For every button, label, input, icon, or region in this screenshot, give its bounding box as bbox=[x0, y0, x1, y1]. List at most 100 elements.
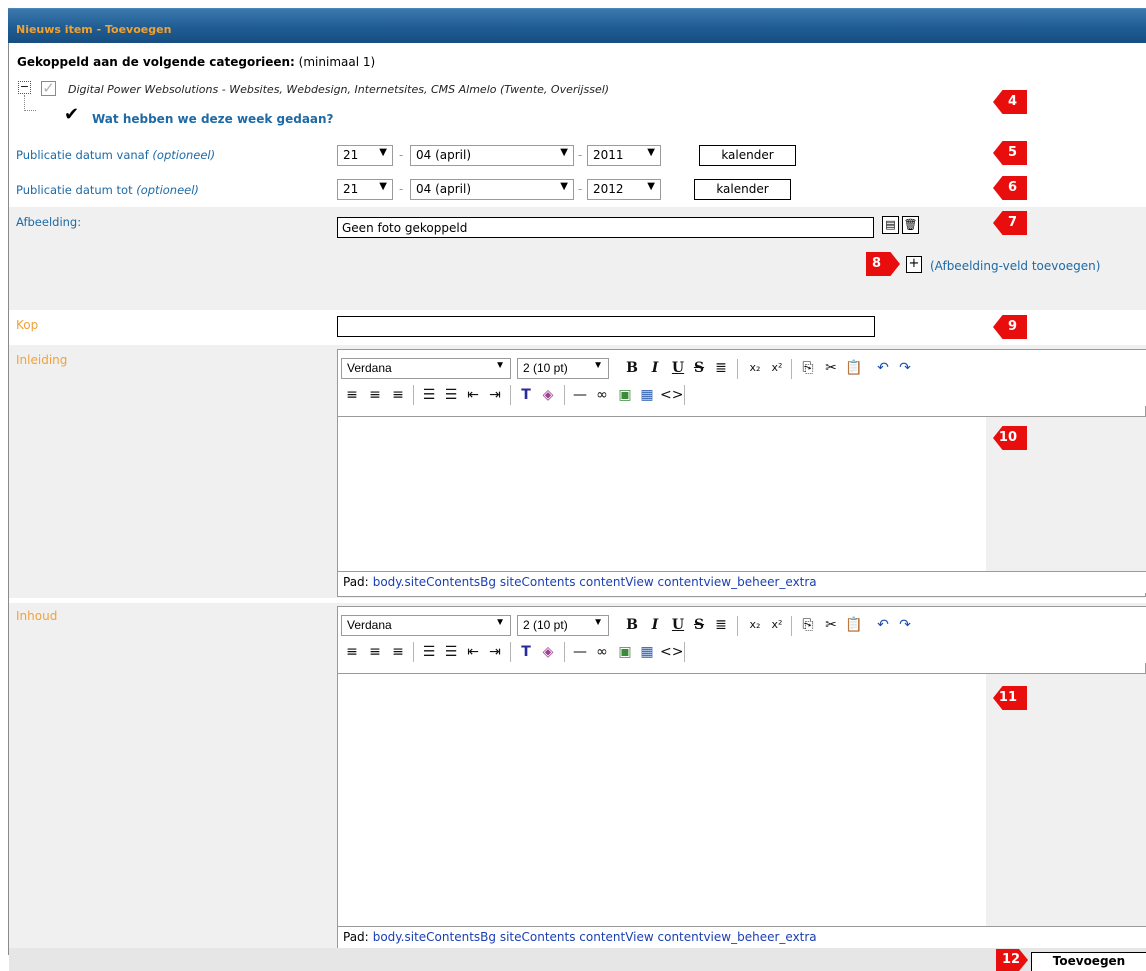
strikethrough-icon[interactable]: S bbox=[690, 616, 708, 634]
toolbar-separator bbox=[684, 385, 685, 405]
pub-to-year-select[interactable]: 2012 ▼ bbox=[587, 179, 661, 200]
size-select[interactable]: 2 (10 pt) ▼ bbox=[517, 615, 609, 636]
image-icon[interactable]: ▣ bbox=[616, 386, 634, 404]
redo-icon[interactable]: ↷ bbox=[896, 359, 914, 377]
toolbar-separator bbox=[510, 385, 511, 405]
bold-icon[interactable]: B bbox=[623, 359, 641, 377]
pub-from-calendar-button[interactable]: kalender bbox=[699, 145, 796, 166]
subscript-icon[interactable]: x₂ bbox=[746, 616, 764, 634]
align-left-icon[interactable]: ≡ bbox=[343, 643, 361, 661]
image-icon[interactable]: ▣ bbox=[616, 643, 634, 661]
justify-icon[interactable]: ≣ bbox=[712, 359, 730, 377]
copy-icon[interactable]: ⎘ bbox=[799, 359, 817, 377]
source-code-icon[interactable]: <> bbox=[660, 643, 683, 661]
copy-icon[interactable]: ⎘ bbox=[799, 616, 817, 634]
pub-to-month-select[interactable]: 04 (april) ▼ bbox=[410, 179, 574, 200]
text-color-icon[interactable]: T bbox=[517, 386, 535, 404]
toolbar-separator bbox=[510, 642, 511, 662]
chevron-down-icon: ▼ bbox=[379, 147, 387, 158]
unordered-list-icon[interactable]: ☰ bbox=[442, 643, 460, 661]
link-icon[interactable]: ∞ bbox=[593, 643, 611, 661]
indent-icon[interactable]: ⇥ bbox=[486, 643, 504, 661]
undo-icon[interactable]: ↶ bbox=[874, 359, 892, 377]
image-label: Afbeelding: bbox=[16, 215, 82, 229]
justify-icon[interactable]: ≣ bbox=[712, 616, 730, 634]
align-left-icon[interactable]: ≡ bbox=[343, 386, 361, 404]
root-category-checkbox[interactable]: ✓ bbox=[41, 81, 56, 96]
paste-icon[interactable]: 📋 bbox=[845, 616, 863, 634]
inhoud-text-area[interactable] bbox=[338, 673, 986, 926]
paste-icon[interactable]: 📋 bbox=[845, 359, 863, 377]
unordered-list-icon[interactable]: ☰ bbox=[442, 386, 460, 404]
italic-icon[interactable]: I bbox=[646, 616, 664, 634]
inhoud-toolbar: Verdana ▼ 2 (10 pt) ▼ B I U S ≣ x₂ x² ⎘ ✂ … bbox=[338, 607, 1146, 663]
background-color-icon[interactable]: ◈ bbox=[539, 386, 557, 404]
kop-input[interactable] bbox=[337, 316, 875, 337]
table-icon[interactable]: ▦ bbox=[638, 643, 656, 661]
outdent-icon[interactable]: ⇤ bbox=[464, 386, 482, 404]
outdent-icon[interactable]: ⇤ bbox=[464, 643, 482, 661]
link-icon[interactable]: ∞ bbox=[593, 386, 611, 404]
pub-from-year-select[interactable]: 2011 ▼ bbox=[587, 145, 661, 166]
tree-collapse-icon[interactable]: − bbox=[18, 81, 31, 94]
subscript-icon[interactable]: x₂ bbox=[746, 359, 764, 377]
add-image-field-button[interactable]: + bbox=[906, 256, 922, 273]
toolbar-separator bbox=[737, 359, 738, 379]
table-icon[interactable]: ▦ bbox=[638, 386, 656, 404]
font-select[interactable]: Verdana ▼ bbox=[341, 358, 511, 379]
cut-icon[interactable]: ✂ bbox=[822, 359, 840, 377]
pub-from-day-value: 21 bbox=[343, 148, 359, 162]
chevron-down-icon: ▼ bbox=[647, 147, 655, 158]
pub-to-label-text: Publicatie datum tot bbox=[16, 183, 133, 197]
underline-icon[interactable]: U bbox=[669, 616, 687, 634]
source-code-icon[interactable]: <> bbox=[660, 386, 683, 404]
strikethrough-icon[interactable]: S bbox=[690, 359, 708, 377]
pub-to-optional: (optioneel) bbox=[136, 183, 199, 197]
ordered-list-icon[interactable]: ☰ bbox=[420, 643, 438, 661]
pub-from-day-select[interactable]: 21 ▼ bbox=[337, 145, 393, 166]
select-image-icon[interactable]: ▤ bbox=[882, 216, 899, 234]
size-select[interactable]: 2 (10 pt) ▼ bbox=[517, 358, 609, 379]
child-category-label[interactable]: Wat hebben we deze week gedaan? bbox=[92, 112, 334, 126]
add-image-field-link[interactable]: (Afbeelding-veld toevoegen) bbox=[930, 259, 1100, 273]
chevron-down-icon: ▼ bbox=[379, 181, 387, 192]
kop-label: Kop bbox=[16, 318, 39, 332]
align-center-icon[interactable]: ≡ bbox=[366, 643, 384, 661]
font-select[interactable]: Verdana ▼ bbox=[341, 615, 511, 636]
horizontal-rule-icon[interactable]: — bbox=[571, 386, 589, 404]
underline-icon[interactable]: U bbox=[669, 359, 687, 377]
superscript-icon[interactable]: x² bbox=[768, 616, 786, 634]
ordered-list-icon[interactable]: ☰ bbox=[420, 386, 438, 404]
inleiding-toolbar: Verdana ▼ 2 (10 pt) ▼ B I U S ≣ x₂ x² ⎘ ✂ … bbox=[338, 350, 1146, 406]
pub-to-label: Publicatie datum tot (optioneel) bbox=[16, 183, 199, 197]
indent-icon[interactable]: ⇥ bbox=[486, 386, 504, 404]
inleiding-label: Inleiding bbox=[16, 353, 68, 367]
font-value: Verdana bbox=[347, 618, 392, 632]
align-right-icon[interactable]: ≡ bbox=[389, 643, 407, 661]
superscript-icon[interactable]: x² bbox=[768, 359, 786, 377]
toolbar-separator bbox=[564, 642, 565, 662]
align-center-icon[interactable]: ≡ bbox=[366, 386, 384, 404]
background-color-icon[interactable]: ◈ bbox=[539, 643, 557, 661]
pub-to-day-select[interactable]: 21 ▼ bbox=[337, 179, 393, 200]
align-right-icon[interactable]: ≡ bbox=[389, 386, 407, 404]
cut-icon[interactable]: ✂ bbox=[822, 616, 840, 634]
chevron-down-icon: ▼ bbox=[593, 617, 603, 628]
pub-to-month-value: 04 (april) bbox=[416, 182, 472, 196]
trash-icon[interactable]: 🗑 bbox=[902, 216, 919, 234]
bold-icon[interactable]: B bbox=[623, 616, 641, 634]
horizontal-rule-icon[interactable]: — bbox=[571, 643, 589, 661]
inleiding-text-area[interactable] bbox=[338, 416, 986, 571]
pub-to-calendar-button[interactable]: kalender bbox=[694, 179, 791, 200]
redo-icon[interactable]: ↷ bbox=[896, 616, 914, 634]
undo-icon[interactable]: ↶ bbox=[874, 616, 892, 634]
text-color-icon[interactable]: T bbox=[517, 643, 535, 661]
path-value[interactable]: body.siteContentsBg siteContents content… bbox=[373, 575, 817, 589]
child-category-checkbox[interactable]: ✔ bbox=[64, 106, 79, 124]
pub-from-month-select[interactable]: 04 (april) ▼ bbox=[410, 145, 574, 166]
pub-to-day-value: 21 bbox=[343, 182, 359, 196]
submit-button[interactable]: Toevoegen bbox=[1031, 952, 1146, 971]
italic-icon[interactable]: I bbox=[646, 359, 664, 377]
path-value[interactable]: body.siteContentsBg siteContents content… bbox=[373, 930, 817, 944]
inhoud-side-panel bbox=[986, 673, 1146, 926]
